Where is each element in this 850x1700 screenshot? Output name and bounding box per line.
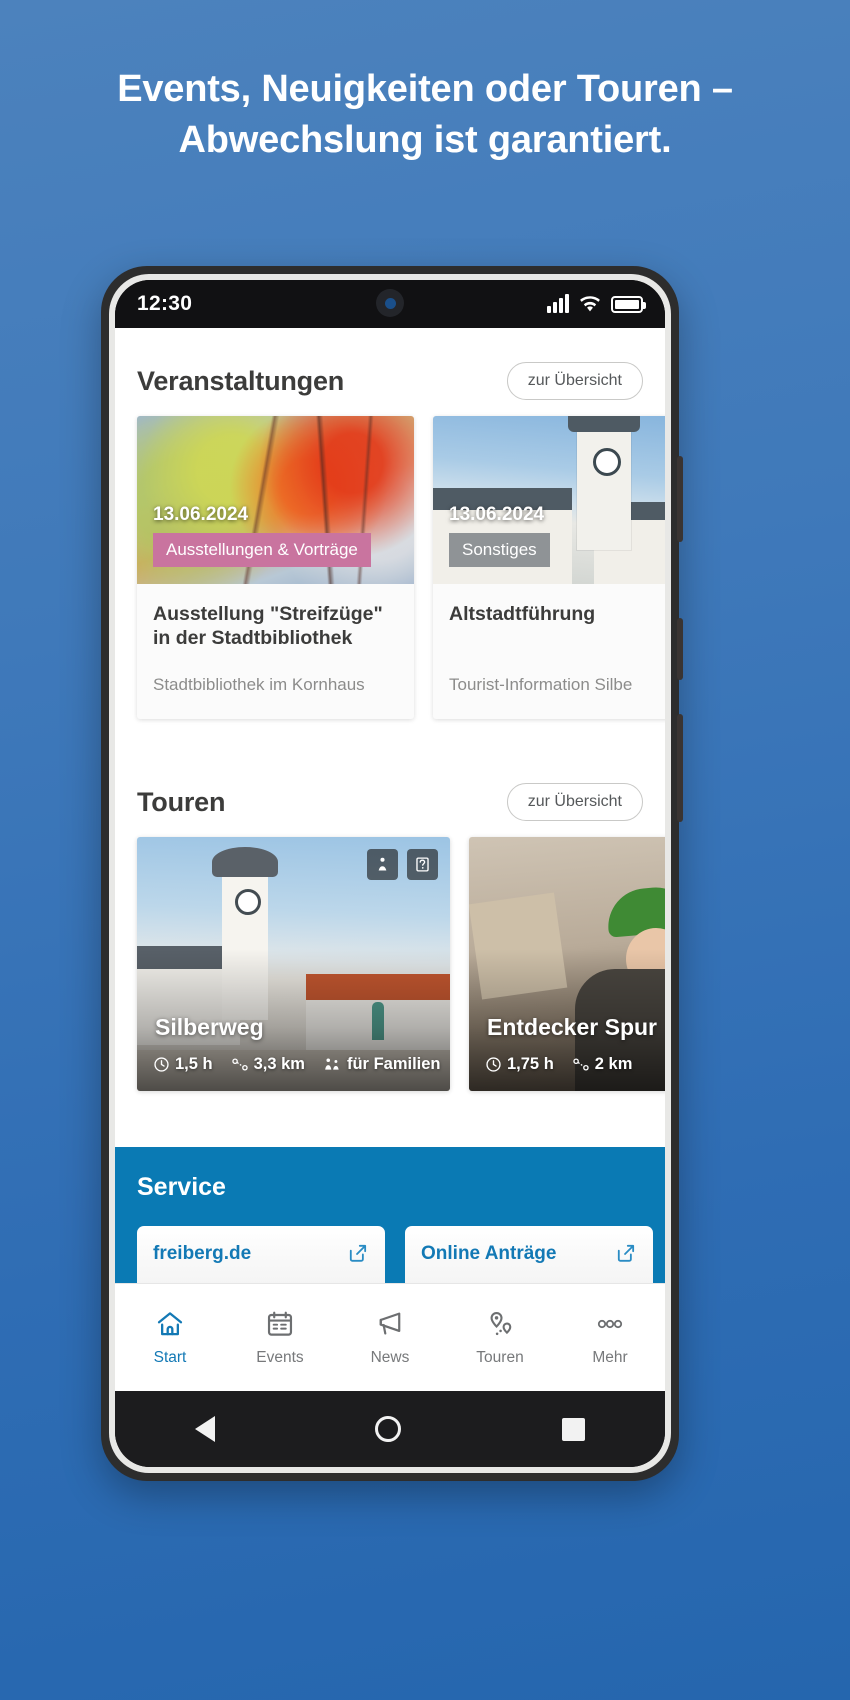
home-circle-icon[interactable] [375,1416,402,1442]
phone-volume-down-button [677,714,683,822]
event-date: 13.06.2024 [153,504,249,525]
battery-full-icon [611,295,646,313]
tour-name: Entdecker Spur [487,1014,657,1040]
service-tile-label: Online Anträge [421,1242,557,1264]
event-category-badge: Ausstellungen & Vorträge [153,533,371,567]
phone-volume-up-button [677,618,683,680]
events-section-header: Veranstaltungen zur Übersicht [115,328,665,416]
tour-badge-group [367,849,438,880]
events-section-title: Veranstaltungen [137,365,345,396]
promo-headline: Events, Neuigkeiten oder Touren – Abwech… [117,68,733,161]
tab-events[interactable]: Events [225,1309,335,1367]
event-date: 13.06.2024 [449,504,545,525]
event-location: Stadtbibliothek im Kornhaus [153,675,365,694]
tour-card[interactable]: Entdecker Spur 1,75 h 2 km [469,837,665,1091]
service-tile-row: freiberg.de Online Anträge [137,1226,653,1285]
calendar-icon [267,1311,293,1336]
service-tile-label: freiberg.de [153,1242,252,1264]
status-bar: 12:30 [115,280,665,328]
tab-label: Events [256,1348,304,1366]
service-section: Service freiberg.de Online Anträge [115,1147,665,1285]
event-image: 13.06.2024 Sonstiges [433,416,665,584]
route-icon [573,1058,589,1071]
tab-start[interactable]: Start [115,1309,225,1367]
tours-section-header: Touren zur Übersicht [115,749,665,837]
tour-distance-label: 3,3 km [253,1055,305,1073]
tour-distance: 3,3 km [231,1055,305,1074]
phone-bezel: 12:30 Veranstaltungen zur Übersicht 13.0… [109,274,671,1473]
tab-label: News [370,1348,410,1366]
app-viewport: Veranstaltungen zur Übersicht 13.06.2024… [115,328,665,1391]
wifi-icon [580,295,600,311]
event-category-badge: Sonstiges [449,533,550,567]
more-dots-icon [597,1319,623,1328]
phone-screen: 12:30 Veranstaltungen zur Übersicht 13.0… [115,280,665,1467]
phone-mockup: 12:30 Veranstaltungen zur Übersicht 13.0… [101,266,683,1481]
tour-duration-label: 1,5 h [175,1055,213,1073]
home-icon [157,1311,183,1335]
recents-square-icon[interactable] [561,1417,585,1441]
map-pins-icon [490,1311,512,1335]
app-scroll-area[interactable]: Veranstaltungen zur Übersicht 13.06.2024… [115,328,665,1285]
events-card-row[interactable]: 13.06.2024 Ausstellungen & Vorträge Auss… [115,416,665,749]
tours-overview-button[interactable]: zur Übersicht [506,783,643,821]
tab-news[interactable]: News [335,1309,445,1367]
event-location: Tourist-Information Silbe [449,675,633,694]
tour-distance: 2 km [572,1055,633,1074]
service-tile-freiberg-de[interactable]: freiberg.de [137,1226,385,1285]
tour-stats: 1,5 h 3,3 km für Familien [153,1055,441,1074]
phone-side-button [677,456,683,542]
service-tile-online-antraege[interactable]: Online Anträge [405,1226,653,1285]
external-link-icon [346,1242,369,1265]
clock-icon [154,1057,169,1072]
event-title: Ausstellung "Streifzüge" in der Stadtbib… [153,603,383,650]
tour-duration: 1,5 h [153,1055,213,1074]
clock-icon [486,1057,501,1072]
family-icon [325,1058,339,1070]
tab-label: Touren [476,1348,524,1366]
status-time: 12:30 [137,292,193,315]
tour-card[interactable]: Silberweg 1,5 h 3,3 km für Familien [137,837,450,1091]
tour-duration: 1,75 h [485,1055,554,1074]
bottom-tab-bar: Start Events News Touren Mehr [115,1283,665,1391]
tab-touren[interactable]: Touren [445,1309,555,1367]
front-camera-punchhole [376,289,404,317]
megaphone-icon [379,1312,401,1335]
tour-audience: für Familien [323,1055,441,1074]
route-icon [231,1058,248,1071]
cellular-signal-icon [547,294,569,313]
tour-audience-label: für Familien [346,1055,441,1073]
event-card[interactable]: 13.06.2024 Sonstiges Altstadtführung Tou… [433,416,665,719]
service-section-title: Service [137,1173,226,1201]
back-triangle-icon[interactable] [195,1416,216,1442]
event-body: Altstadtführung Tourist-Information Silb… [433,584,665,719]
event-image: 13.06.2024 Ausstellungen & Vorträge [137,416,414,584]
event-body: Ausstellung "Streifzüge" in der Stadtbib… [137,584,414,719]
person-walking-icon[interactable] [367,849,398,880]
event-card[interactable]: 13.06.2024 Ausstellungen & Vorträge Auss… [137,416,414,719]
tour-stats: 1,75 h 2 km [485,1055,665,1074]
tour-name: Silberweg [155,1014,264,1040]
tab-mehr[interactable]: Mehr [555,1309,665,1367]
tour-distance-label: 2 km [594,1055,633,1073]
audio-guide-icon[interactable] [407,849,438,880]
tours-card-row[interactable]: Silberweg 1,5 h 3,3 km für Familien Entd… [115,837,665,1121]
tours-section-title: Touren [137,786,226,817]
tour-duration-label: 1,75 h [507,1055,554,1073]
event-title: Altstadtführung [449,603,596,625]
android-navigation-bar [115,1391,665,1467]
external-link-icon [614,1242,637,1265]
tab-label: Mehr [592,1348,628,1366]
events-overview-button[interactable]: zur Übersicht [506,362,643,400]
tab-label: Start [153,1348,187,1366]
